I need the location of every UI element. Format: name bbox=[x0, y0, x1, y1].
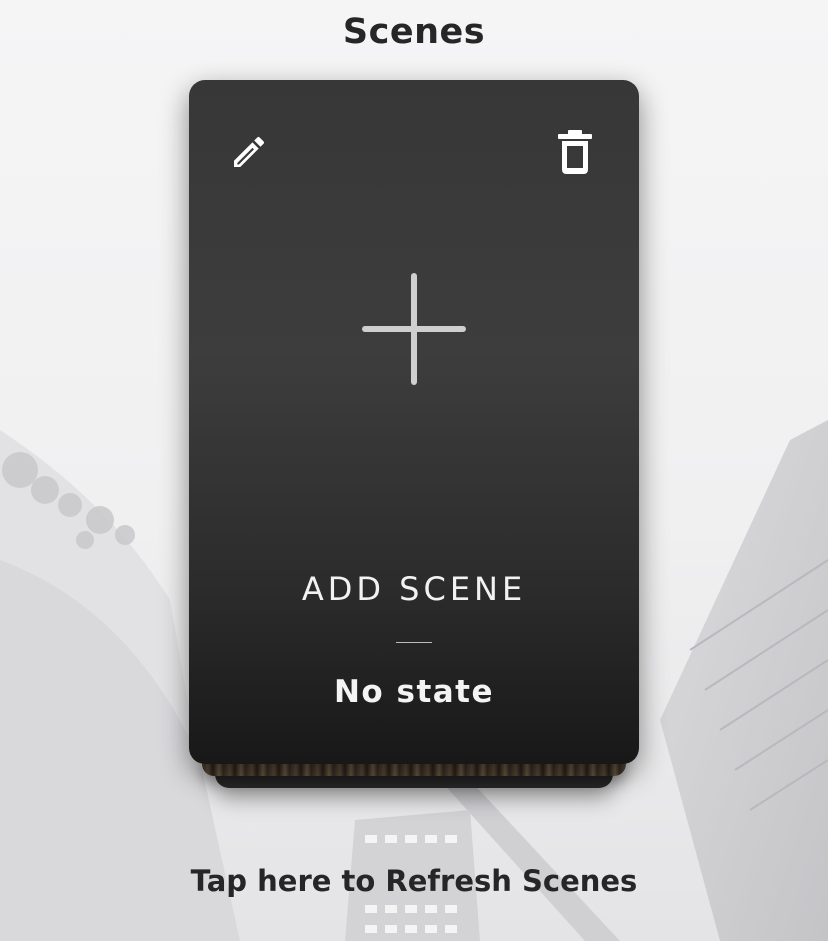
edit-button[interactable] bbox=[221, 126, 277, 182]
pencil-icon bbox=[229, 132, 269, 176]
plus-icon[interactable] bbox=[362, 273, 466, 385]
refresh-scenes-link[interactable]: Tap here to Refresh Scenes bbox=[0, 864, 828, 898]
add-scene-card[interactable]: ADD SCENE No state bbox=[189, 80, 639, 764]
divider bbox=[396, 642, 432, 643]
page-title: Scenes bbox=[342, 12, 486, 52]
delete-button[interactable] bbox=[547, 126, 603, 182]
scene-name: ADD SCENE bbox=[301, 570, 527, 608]
scene-state: No state bbox=[333, 674, 495, 710]
trash-icon bbox=[555, 128, 595, 180]
